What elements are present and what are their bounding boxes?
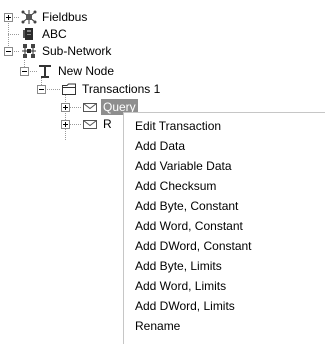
minus-icon <box>6 51 11 52</box>
plus-icon <box>63 105 68 110</box>
tree-node-abc[interactable]: ABC <box>21 26 69 42</box>
plus-icon <box>6 15 11 20</box>
envelope-icon <box>82 116 98 132</box>
menu-item-add-checksum[interactable]: Add Checksum <box>124 176 324 196</box>
menu-item-rename[interactable]: Rename <box>124 316 324 336</box>
menu-item-add-word-limits[interactable]: Add Word, Limits <box>124 276 324 296</box>
tree-node-label: New Node <box>58 64 115 78</box>
menu-item-add-dword-constant[interactable]: Add DWord, Constant <box>124 236 324 256</box>
expand-second-transaction-button[interactable] <box>61 120 70 129</box>
tree-node-transactions[interactable]: Transactions 1 <box>61 81 162 97</box>
tree-node-second-transaction[interactable]: R <box>82 116 114 132</box>
expand-query-button[interactable] <box>61 103 70 112</box>
minus-icon <box>39 89 44 90</box>
context-menu: Edit Transaction Add Data Add Variable D… <box>123 112 325 344</box>
menu-item-add-byte-constant[interactable]: Add Byte, Constant <box>124 196 324 216</box>
tree-node-label: R <box>103 117 112 131</box>
device-icon <box>21 26 37 42</box>
collapse-transactions-button[interactable] <box>37 85 46 94</box>
menu-item-add-dword-limits[interactable]: Add DWord, Limits <box>124 296 324 316</box>
menu-item-add-data[interactable]: Add Data <box>124 136 324 156</box>
menu-item-add-variable-data[interactable]: Add Variable Data <box>124 156 324 176</box>
envelope-icon <box>82 99 98 115</box>
tree-node-label: ABC <box>42 27 67 41</box>
tree-node-fieldbus[interactable]: Fieldbus <box>21 9 89 25</box>
plus-icon <box>63 122 68 127</box>
menu-item-add-word-constant[interactable]: Add Word, Constant <box>124 216 324 236</box>
expand-fieldbus-button[interactable] <box>4 13 13 22</box>
tree-node-label: Sub-Network <box>42 44 112 58</box>
node-icon <box>37 63 53 79</box>
minus-icon <box>22 71 27 72</box>
tree-node-sub-network[interactable]: Sub-Network <box>21 43 113 59</box>
collapse-subnetwork-button[interactable] <box>4 47 13 56</box>
collapse-new-node-button[interactable] <box>20 67 29 76</box>
tree-node-label: Transactions 1 <box>82 82 161 96</box>
menu-item-edit-transaction[interactable]: Edit Transaction <box>124 116 324 136</box>
fieldbus-icon <box>21 9 37 25</box>
tree-node-new-node[interactable]: New Node <box>37 63 116 79</box>
tree-node-label: Fieldbus <box>42 10 88 24</box>
folder-icon <box>61 81 77 97</box>
menu-item-add-byte-limits[interactable]: Add Byte, Limits <box>124 256 324 276</box>
subnetwork-icon <box>21 43 37 59</box>
